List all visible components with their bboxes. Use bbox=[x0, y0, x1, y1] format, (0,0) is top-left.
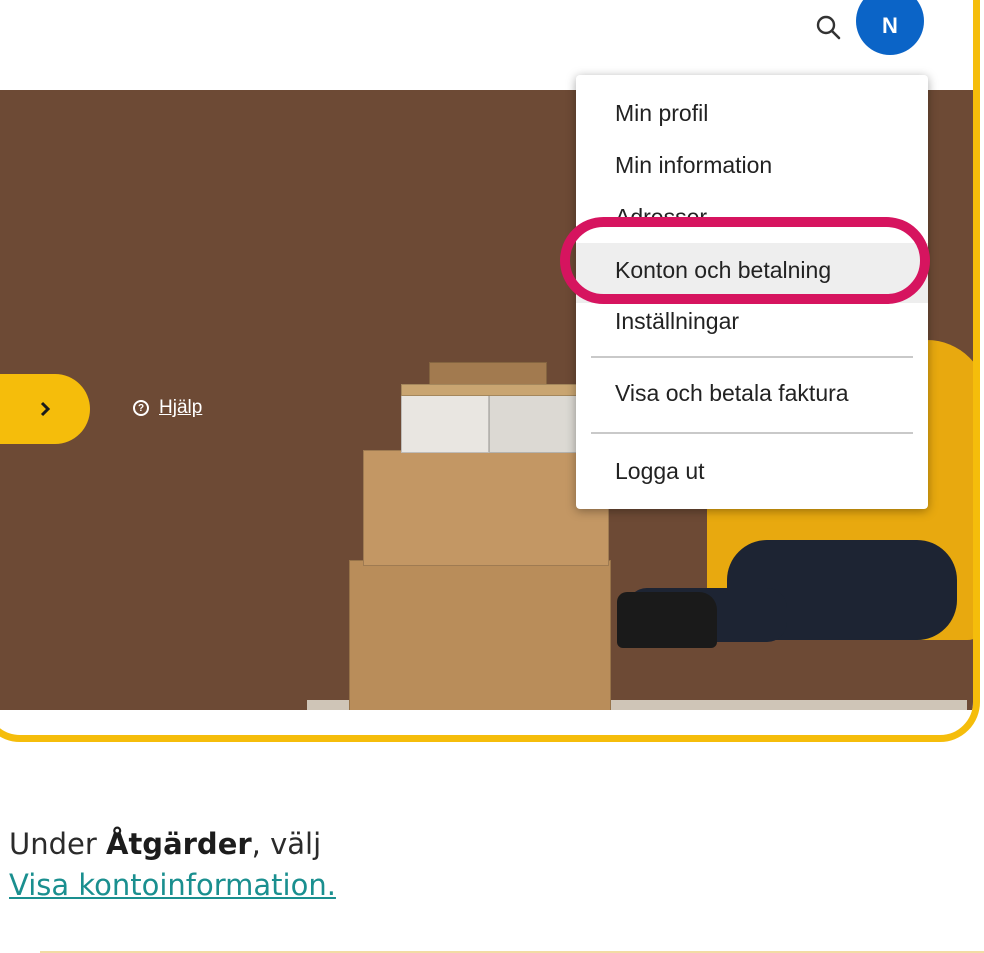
box-large-bottom bbox=[349, 560, 611, 710]
menu-item-min-profil[interactable]: Min profil bbox=[615, 100, 708, 127]
instruction-bold-term: Åtgärder bbox=[106, 827, 252, 861]
side-expand-tab[interactable] bbox=[0, 374, 90, 444]
menu-divider bbox=[591, 356, 913, 358]
help-link-group[interactable]: ? Hjälp bbox=[133, 397, 202, 419]
search-icon[interactable] bbox=[813, 12, 843, 42]
instruction-text: Under Åtgärder, välj bbox=[9, 824, 321, 864]
instruction-prefix: Under bbox=[9, 827, 106, 861]
box-white-right bbox=[489, 393, 577, 453]
highlight-annotation-ring bbox=[560, 217, 930, 304]
menu-item-min-information[interactable]: Min information bbox=[615, 152, 772, 179]
chevron-right-icon bbox=[40, 401, 51, 417]
screenshot-frame: N ? Hjälp Min profil Min information Adr… bbox=[0, 0, 980, 742]
menu-item-installningar[interactable]: Inställningar bbox=[615, 308, 739, 335]
box-flat-lid bbox=[401, 384, 577, 396]
help-icon: ? bbox=[133, 400, 149, 416]
menu-divider bbox=[591, 432, 913, 434]
user-avatar[interactable]: N bbox=[856, 0, 924, 55]
menu-item-visa-och-betala-faktura[interactable]: Visa och betala faktura bbox=[615, 380, 849, 407]
help-link[interactable]: Hjälp bbox=[159, 397, 202, 419]
view-account-info-link[interactable]: Visa kontoinformation. bbox=[9, 865, 336, 905]
box-medium bbox=[363, 450, 609, 566]
menu-item-logga-ut[interactable]: Logga ut bbox=[615, 458, 705, 485]
person-shoe bbox=[617, 592, 717, 648]
instruction-suffix: , välj bbox=[251, 827, 322, 861]
box-white-left bbox=[401, 393, 489, 453]
